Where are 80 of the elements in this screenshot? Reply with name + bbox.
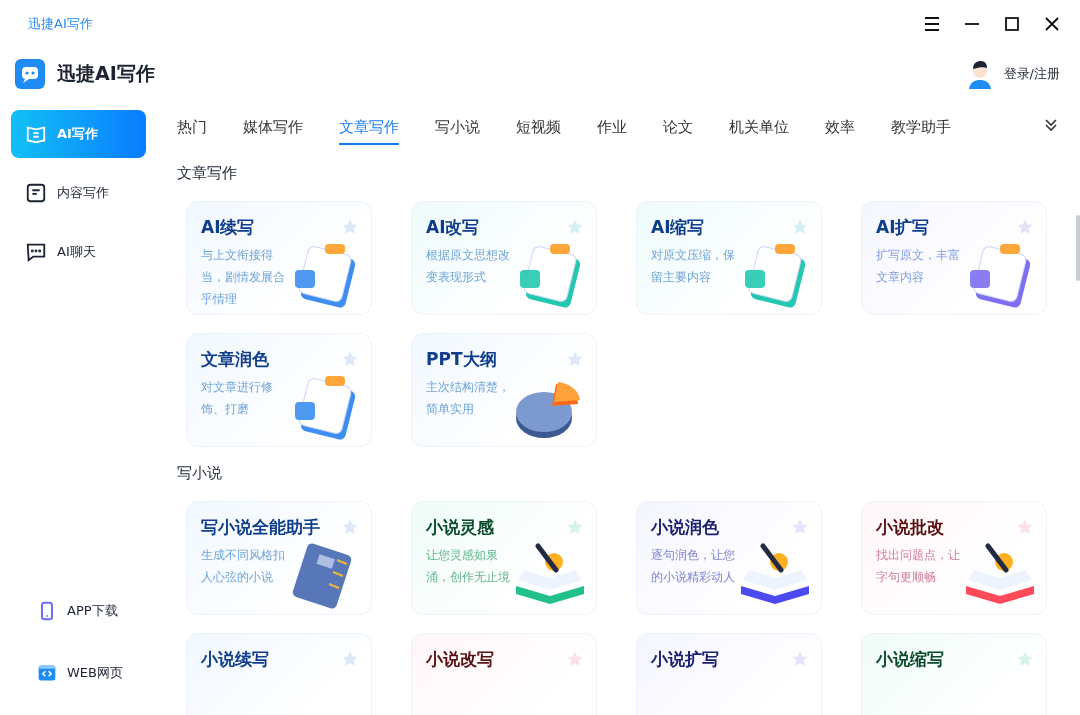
category-tab[interactable]: 作业 <box>597 111 627 145</box>
feature-card[interactable]: 文章润色 对文章进行修饰、打磨 <box>186 333 372 447</box>
category-tab[interactable]: 热门 <box>177 111 207 145</box>
card-title: 小说批改 <box>876 516 944 538</box>
card-title: AI改写 <box>426 216 480 238</box>
sidebar-item[interactable]: AI聊天 <box>11 228 146 276</box>
category-tab[interactable]: 机关单位 <box>729 111 789 145</box>
menu-icon[interactable] <box>923 15 941 33</box>
sidebar-link[interactable]: WEB网页 <box>11 653 160 693</box>
card-title: AI续写 <box>201 216 255 238</box>
feature-card[interactable]: 小说批改 找出问题点，让字句更顺畅 <box>861 501 1047 615</box>
login-button[interactable]: 登录/注册 <box>965 59 1060 89</box>
card-title: 小说缩写 <box>876 648 944 670</box>
app-name: 迅捷AI写作 <box>57 61 156 86</box>
feature-card[interactable]: PPT大纲 主次结构清楚，简单实用 <box>411 333 597 447</box>
card-description: 对原文压缩，保留主要内容 <box>651 247 736 286</box>
section-heading: 写小说 <box>177 464 223 483</box>
card-title: 小说续写 <box>201 648 269 670</box>
feature-card[interactable]: 小说缩写 <box>861 633 1047 715</box>
code-icon <box>37 663 57 683</box>
feature-card[interactable]: 小说灵感 让您灵感如泉涌，创作无止境 <box>411 501 597 615</box>
star-icon[interactable] <box>1016 518 1034 536</box>
chat-bot-logo-icon <box>15 59 45 89</box>
star-icon[interactable] <box>566 518 584 536</box>
category-tab[interactable]: 写小说 <box>435 111 480 145</box>
star-icon[interactable] <box>341 650 359 668</box>
card-title: 小说改写 <box>426 648 494 670</box>
star-icon[interactable] <box>341 350 359 368</box>
card-description: 扩写原文，丰富文章内容 <box>876 247 961 286</box>
card-description: 生成不同风格扣人心弦的小说 <box>201 547 286 586</box>
window-title: 迅捷AI写作 <box>28 15 94 33</box>
card-title: 写小说全能助手 <box>201 516 320 538</box>
category-tab[interactable]: 教学助手 <box>891 111 951 145</box>
maximize-icon[interactable] <box>1003 15 1021 33</box>
card-title: AI缩写 <box>651 216 705 238</box>
card-description: 逐句润色，让您的小说精彩动人 <box>651 547 736 586</box>
card-title: PPT大纲 <box>426 348 497 370</box>
feature-card[interactable]: 小说润色 逐句润色，让您的小说精彩动人 <box>636 501 822 615</box>
feature-card[interactable]: AI续写 与上文衔接得当，剧情发展合乎情理 <box>186 201 372 315</box>
card-description: 主次结构清楚，简单实用 <box>426 379 511 418</box>
feature-card[interactable]: 小说改写 <box>411 633 597 715</box>
card-title: 文章润色 <box>201 348 269 370</box>
category-tab[interactable]: 效率 <box>825 111 855 145</box>
card-description: 找出问题点，让字句更顺畅 <box>876 547 961 586</box>
card-title: 小说灵感 <box>426 516 494 538</box>
scrollbar[interactable] <box>1076 215 1080 281</box>
star-icon[interactable] <box>791 518 809 536</box>
feature-card[interactable]: AI扩写 扩写原文，丰富文章内容 <box>861 201 1047 315</box>
document-icon <box>25 182 47 204</box>
card-description: 对文章进行修饰、打磨 <box>201 379 274 418</box>
card-title: 小说扩写 <box>651 648 719 670</box>
category-tab[interactable]: 媒体写作 <box>243 111 303 145</box>
sidebar-item[interactable]: 内容写作 <box>11 169 146 217</box>
star-icon[interactable] <box>341 218 359 236</box>
star-icon[interactable] <box>1016 218 1034 236</box>
card-title: AI扩写 <box>876 216 930 238</box>
section-heading: 文章写作 <box>177 164 238 183</box>
feature-card[interactable]: 小说续写 <box>186 633 372 715</box>
star-icon[interactable] <box>791 650 809 668</box>
star-icon[interactable] <box>341 518 359 536</box>
category-tab[interactable]: 论文 <box>663 111 693 145</box>
star-icon[interactable] <box>566 650 584 668</box>
card-title: 小说润色 <box>651 516 719 538</box>
sidebar-link[interactable]: APP下载 <box>11 591 160 631</box>
close-icon[interactable] <box>1043 15 1061 33</box>
feature-card[interactable]: AI缩写 对原文压缩，保留主要内容 <box>636 201 822 315</box>
category-tab[interactable]: 短视频 <box>516 111 561 145</box>
category-tab[interactable]: 文章写作 <box>339 111 399 145</box>
star-icon[interactable] <box>566 218 584 236</box>
star-icon[interactable] <box>1016 650 1034 668</box>
feature-card[interactable]: 写小说全能助手 生成不同风格扣人心弦的小说 <box>186 501 372 615</box>
feature-card[interactable]: 小说扩写 <box>636 633 822 715</box>
star-icon[interactable] <box>791 218 809 236</box>
chat-icon <box>25 241 47 263</box>
feature-card[interactable]: AI改写 根据原文思想改变表现形式 <box>411 201 597 315</box>
card-description: 与上文衔接得当，剧情发展合乎情理 <box>201 247 286 308</box>
expand-icon[interactable] <box>1042 116 1060 134</box>
card-description: 让您灵感如泉涌，创作无止境 <box>426 547 511 586</box>
star-icon[interactable] <box>566 350 584 368</box>
card-description: 根据原文思想改变表现形式 <box>426 247 511 286</box>
